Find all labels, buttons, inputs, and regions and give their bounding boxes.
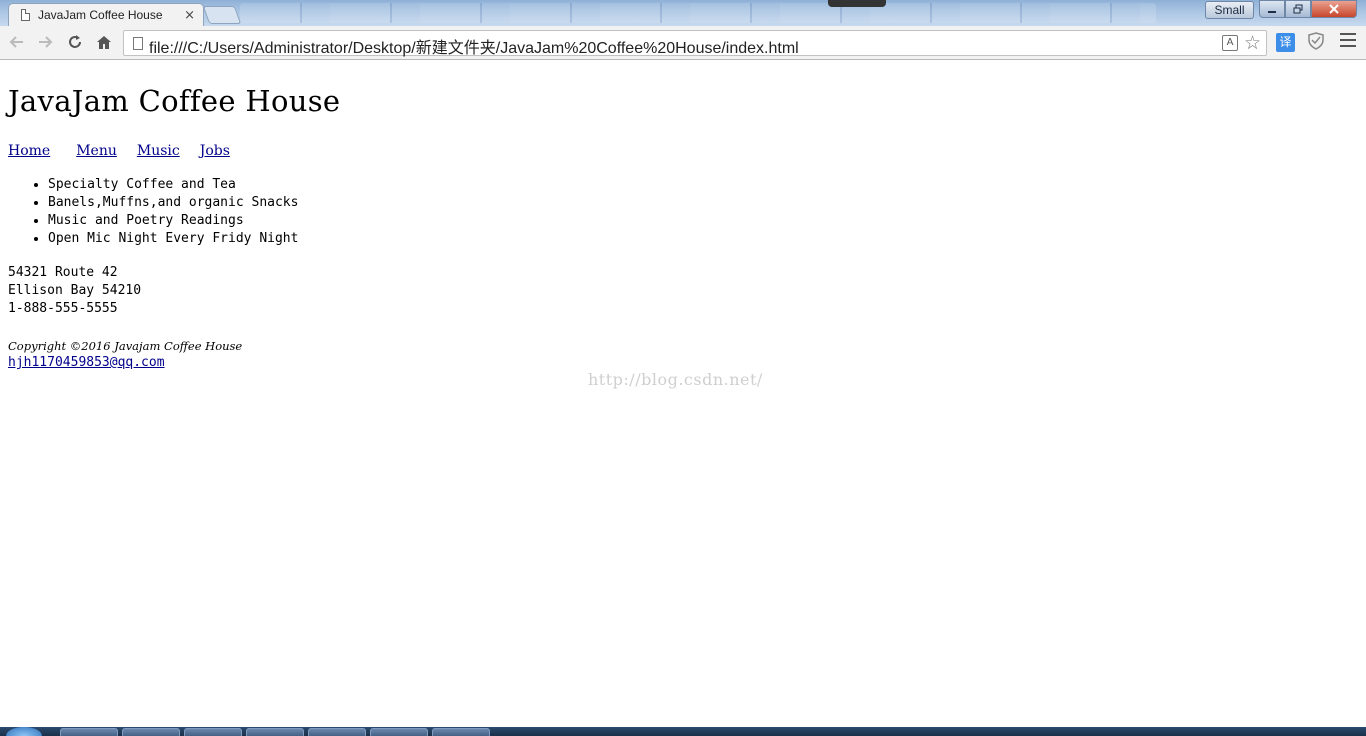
shield-icon[interactable]	[1308, 32, 1324, 55]
reload-icon	[69, 35, 81, 48]
background-tabs	[240, 3, 1156, 23]
list-item: Specialty Coffee and Tea	[48, 176, 298, 194]
taskbar-item[interactable]	[60, 728, 118, 736]
taskbar-item[interactable]	[370, 728, 428, 736]
page-icon	[21, 9, 30, 21]
address-block: 54321 Route 42 Ellison Bay 54210 1-888-5…	[8, 264, 141, 318]
nav-link-home[interactable]: Home	[8, 143, 56, 159]
taskbar-item[interactable]	[184, 728, 242, 736]
tab-title: JavaJam Coffee House	[38, 8, 163, 22]
new-tab-button[interactable]	[202, 6, 242, 24]
browser-toolbar: file:///C:/Users/Administrator/Desktop/新…	[0, 26, 1366, 60]
close-window-button[interactable]	[1311, 0, 1357, 18]
window-controls	[1259, 0, 1357, 18]
address-phone: 1-888-555-5555	[8, 301, 118, 316]
site-nav: Home Menu Music Jobs	[8, 143, 250, 159]
close-icon	[1329, 4, 1339, 14]
watermark: http://blog.csdn.net/	[588, 370, 763, 389]
list-item: Music and Poetry Readings	[48, 212, 298, 230]
taskbar-item[interactable]	[308, 728, 366, 736]
taskbar-item[interactable]	[246, 728, 304, 736]
forward-button[interactable]	[35, 32, 55, 52]
features-list: Specialty Coffee and Tea Banels,Muffns,a…	[8, 176, 298, 248]
nav-link-music[interactable]: Music	[137, 143, 180, 159]
volume-meter	[828, 0, 886, 7]
copyright-text: Copyright ©2016 Javajam Coffee House	[8, 339, 243, 353]
address-street: 54321 Route 42	[8, 265, 118, 280]
address-city: Ellison Bay 54210	[8, 283, 142, 298]
window-small-button[interactable]: Small	[1205, 1, 1254, 19]
minimize-icon	[1268, 11, 1276, 13]
reload-button[interactable]	[65, 32, 85, 52]
start-button[interactable]	[6, 727, 42, 736]
address-bar[interactable]: file:///C:/Users/Administrator/Desktop/新…	[123, 30, 1267, 58]
list-item: Open Mic Night Every Fridy Night	[48, 230, 298, 248]
nav-link-menu[interactable]: Menu	[76, 143, 117, 159]
tab-close-icon[interactable]: ×	[184, 8, 195, 23]
translate-extension-button[interactable]: 译	[1276, 33, 1295, 52]
home-icon	[97, 36, 111, 49]
back-button[interactable]	[7, 32, 27, 52]
page-content: JavaJam Coffee House Home Menu Music Jobs S…	[0, 61, 1366, 727]
page-icon	[133, 37, 143, 50]
translate-icon[interactable]: A	[1222, 35, 1238, 51]
menu-icon[interactable]	[1340, 33, 1356, 49]
browser-titlebar: JavaJam Coffee House × Small	[0, 0, 1366, 26]
star-icon[interactable]: ☆	[1244, 32, 1261, 54]
minimize-button[interactable]	[1259, 0, 1285, 18]
os-taskbar	[0, 727, 1366, 736]
taskbar-item[interactable]	[432, 728, 490, 736]
shield-icon-graphic	[1308, 32, 1324, 50]
url-text[interactable]: file:///C:/Users/Administrator/Desktop/新…	[149, 34, 799, 58]
restore-button[interactable]	[1285, 0, 1311, 18]
taskbar-item[interactable]	[122, 728, 180, 736]
forward-arrow-icon	[39, 36, 53, 48]
home-button[interactable]	[94, 32, 114, 52]
back-arrow-icon	[9, 36, 23, 48]
list-item: Banels,Muffns,and organic Snacks	[48, 194, 298, 212]
email-link[interactable]: hjh1170459853@qq.com	[8, 355, 165, 370]
nav-link-jobs[interactable]: Jobs	[200, 143, 230, 159]
tab-javajam[interactable]: JavaJam Coffee House ×	[8, 3, 204, 26]
page-title: JavaJam Coffee House	[8, 84, 341, 118]
restore-icon	[1293, 4, 1303, 14]
